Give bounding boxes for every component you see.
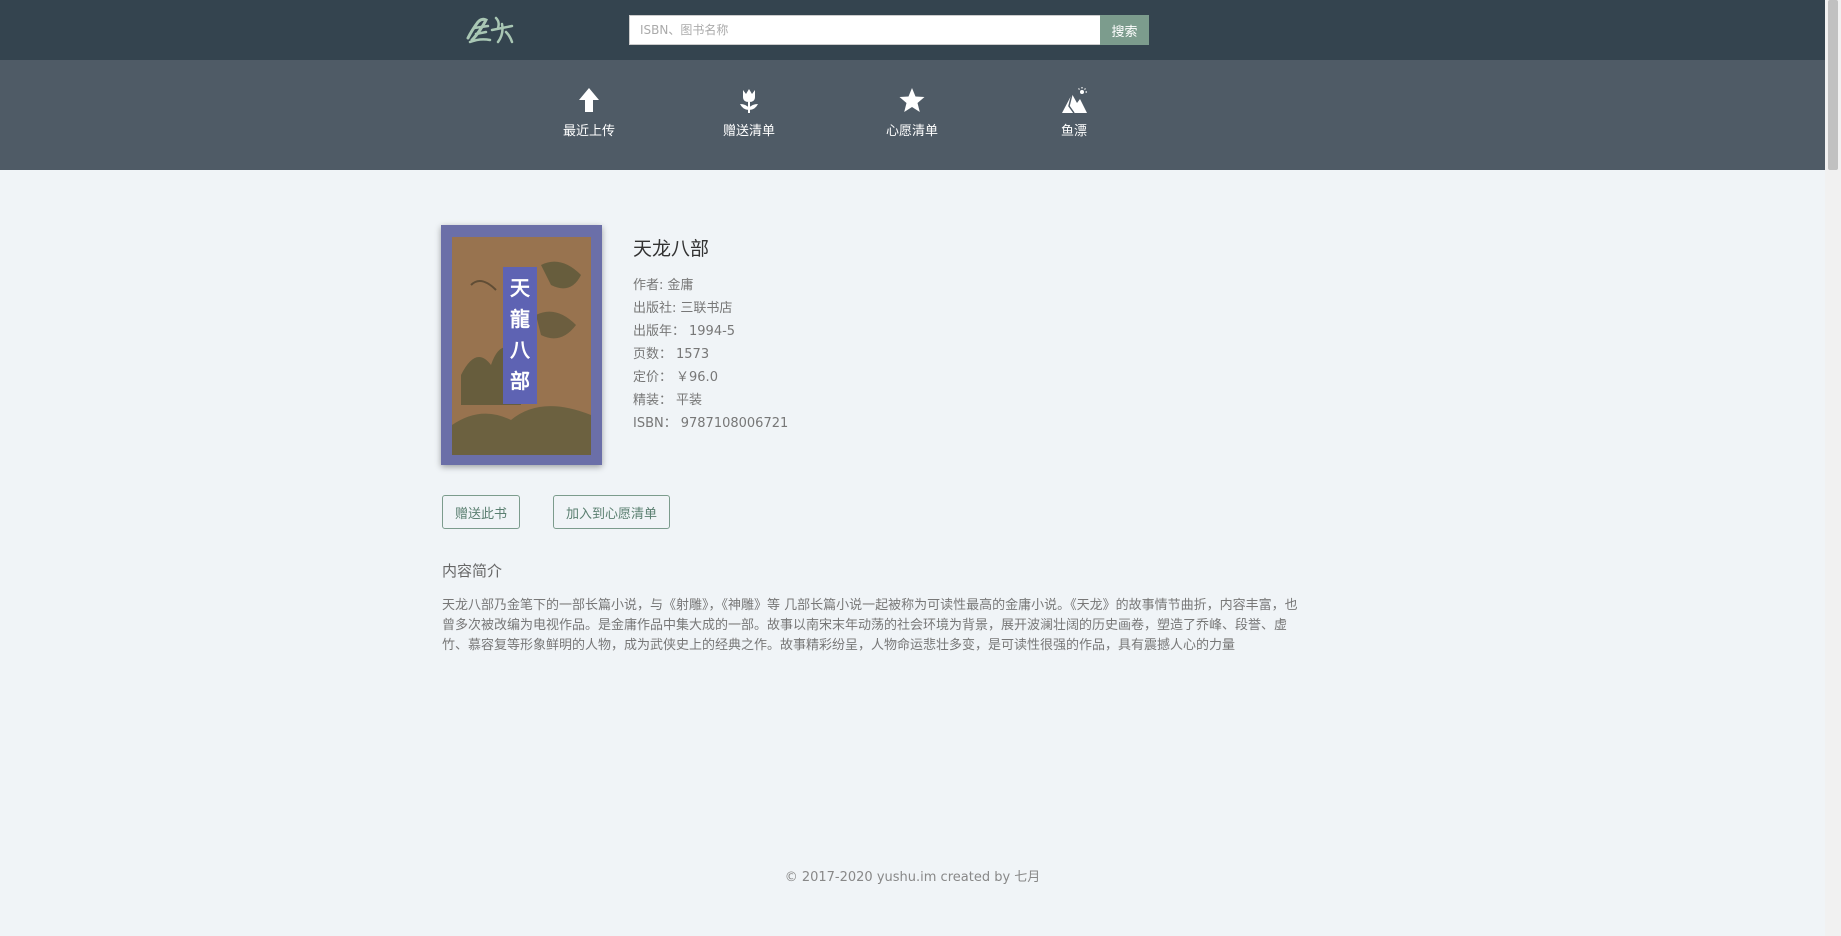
mountain-icon: [1062, 87, 1087, 114]
meta-price: 定价： ￥96.0: [633, 368, 788, 391]
scroll-thumb[interactable]: [1828, 0, 1838, 170]
yushu-logo[interactable]: [462, 8, 518, 50]
meta-author: 作者: 金庸: [633, 276, 788, 299]
meta-label: 精装：: [633, 393, 673, 408]
tulip-icon: [740, 89, 758, 113]
meta-pages: 页数： 1573: [633, 345, 788, 368]
nav-recent-uploads[interactable]: 最近上传: [529, 86, 649, 139]
main-nav: 最近上传 赠送清单 心愿清单 鱼漂: [0, 60, 1825, 170]
book-title: 天龙八部: [633, 238, 710, 260]
book-cover: 天 龍 八 部: [441, 225, 602, 465]
meta-label: 页数：: [633, 347, 673, 362]
nav-label: 心愿清单: [885, 124, 938, 139]
svg-text:龍: 龍: [510, 307, 530, 331]
meta-label: 出版社:: [633, 301, 677, 316]
nav-label: 赠送清单: [722, 124, 775, 139]
search-bar: 搜索: [629, 15, 1149, 45]
nav-yupiao[interactable]: 鱼漂: [1014, 86, 1134, 139]
meta-isbn: ISBN： 9787108006721: [633, 414, 788, 437]
footer-copyright: © 2017-2020 yushu.im created by 七月: [784, 870, 1041, 885]
summary-title: 内容简介: [442, 562, 503, 580]
meta-publisher: 出版社: 三联书店: [633, 299, 788, 322]
meta-value: 平装: [676, 393, 703, 408]
upload-arrow-icon: [579, 88, 599, 112]
meta-value: 三联书店: [680, 301, 733, 316]
meta-value: 1994-5: [689, 324, 736, 339]
summary-text: 天龙八部乃金笔下的一部长篇小说，与《射雕》，《神雕》等 几部长篇小说一起被称为可…: [442, 598, 1298, 653]
top-header: 搜索: [0, 0, 1825, 60]
meta-binding: 精装： 平装: [633, 391, 788, 414]
nav-label: 鱼漂: [1060, 124, 1087, 139]
meta-value: ￥96.0: [676, 370, 718, 385]
add-to-wishlist-button[interactable]: 加入到心愿清单: [553, 495, 671, 529]
meta-value: 1573: [676, 347, 710, 362]
star-icon: [899, 88, 925, 112]
svg-text:部: 部: [510, 369, 530, 393]
nav-wish-list[interactable]: 心愿清单: [852, 86, 972, 139]
meta-label: 定价：: [633, 370, 673, 385]
nav-gift-list[interactable]: 赠送清单: [689, 86, 809, 139]
svg-text:天: 天: [510, 276, 531, 300]
nav-label: 最近上传: [562, 124, 615, 139]
gift-book-button[interactable]: 赠送此书: [442, 495, 521, 529]
svg-text:八: 八: [510, 338, 531, 362]
page-scrollbar[interactable]: [1825, 0, 1841, 936]
book-meta: 作者: 金庸 出版社: 三联书店 出版年： 1994-5 页数： 1573 定价： ￥96…: [633, 276, 788, 437]
search-button[interactable]: 搜索: [1100, 15, 1149, 45]
meta-label: 作者:: [633, 278, 664, 293]
meta-label: 出版年：: [633, 324, 686, 339]
meta-value: 金庸: [667, 278, 694, 293]
search-input[interactable]: [629, 15, 1100, 45]
meta-value: 9787108006721: [680, 416, 789, 431]
meta-pubdate: 出版年： 1994-5: [633, 322, 788, 345]
meta-label: ISBN：: [633, 416, 677, 431]
